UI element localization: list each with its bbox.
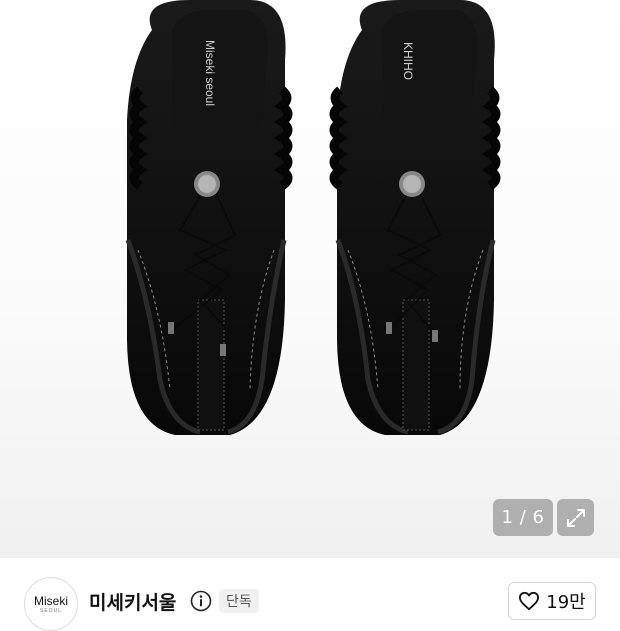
info-icon[interactable] bbox=[190, 590, 212, 612]
logo-subtext: SEOUL bbox=[40, 607, 62, 614]
brand-name[interactable]: 미세키서울 bbox=[89, 588, 176, 615]
heart-icon bbox=[519, 591, 540, 611]
logo-text: Miseki bbox=[33, 593, 68, 608]
insole-brand-left: Miseki seoul bbox=[203, 40, 217, 106]
insole-brand-right: KHIHO bbox=[401, 42, 415, 80]
left-shoe: Miseki seoul bbox=[125, 0, 293, 435]
image-counter: 1 / 6 bbox=[493, 499, 553, 536]
product-photo: Miseki seoul KHIHO bbox=[125, 0, 501, 435]
product-image-gallery[interactable]: Miseki seoul KHIHO 1 / 6 bbox=[0, 0, 620, 558]
expand-icon bbox=[566, 508, 585, 527]
like-count: 19만 bbox=[546, 592, 586, 613]
product-page: Miseki seoul KHIHO 1 / 6 Miseki SEOUL 미세… bbox=[0, 0, 620, 631]
brand-bar: Miseki SEOUL 미세키서울 단독 19만 bbox=[0, 558, 620, 631]
like-button[interactable]: 19만 bbox=[508, 582, 596, 620]
right-shoe: KHIHO bbox=[329, 0, 501, 435]
expand-button[interactable] bbox=[557, 499, 594, 536]
brand-logo[interactable]: Miseki SEOUL bbox=[24, 577, 78, 631]
exclusive-badge: 단독 bbox=[219, 589, 259, 613]
